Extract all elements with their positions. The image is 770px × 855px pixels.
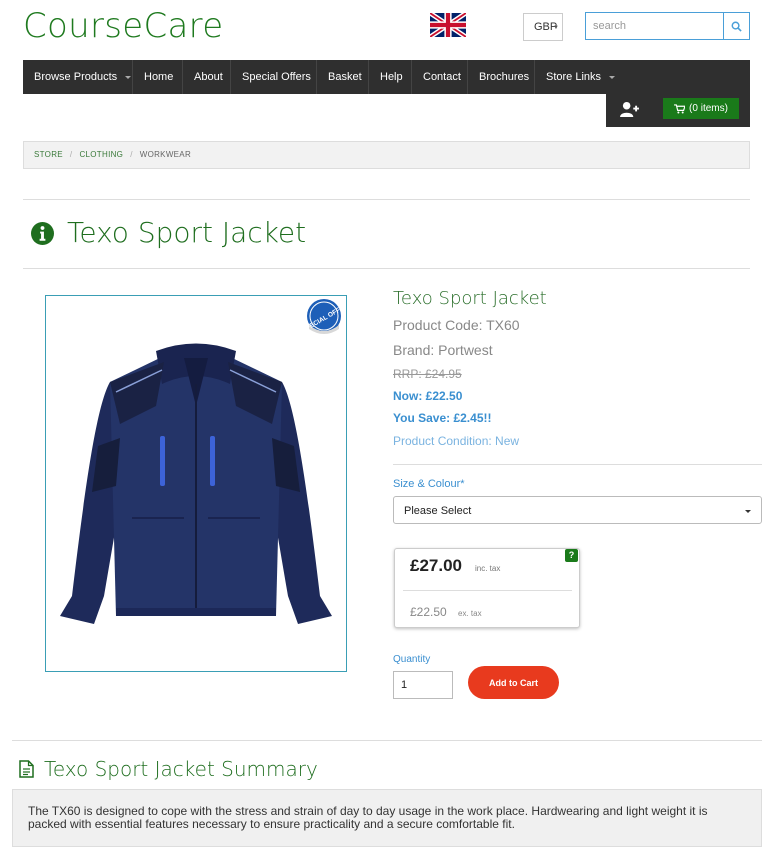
document-icon	[19, 760, 34, 778]
search-button[interactable]	[723, 13, 749, 39]
cart-button[interactable]: (0 items)	[663, 98, 739, 119]
nav-brochures[interactable]: Brochures	[468, 60, 535, 94]
jacket-image	[60, 343, 332, 624]
product-rrp: RRP: £24.95	[393, 367, 462, 381]
price-inc-tax: £27.00	[410, 556, 462, 575]
breadcrumb-store[interactable]: STORE	[34, 150, 63, 159]
cart-icon	[674, 103, 686, 113]
add-user-icon[interactable]	[620, 101, 639, 118]
product-name: Texo Sport Jacket	[393, 288, 547, 309]
divider	[23, 268, 750, 269]
nav-store-links[interactable]: Store Links	[535, 60, 625, 94]
search-icon	[731, 21, 742, 32]
uk-flag-icon[interactable]	[430, 13, 466, 37]
divider	[393, 464, 762, 465]
breadcrumb-separator: /	[130, 150, 133, 159]
nav-home[interactable]: Home	[133, 60, 183, 94]
product-now-price: Now: £22.50	[393, 389, 463, 403]
product-code: Product Code: TX60	[393, 317, 520, 333]
price-ex-tax-label: ex. tax	[458, 609, 482, 618]
breadcrumb: STORE / CLOTHING / WORKWEAR	[23, 141, 750, 169]
cart-count: (0 items)	[689, 103, 728, 114]
page-title: Texo Sport Jacket	[67, 216, 307, 249]
product-savings: You Save: £2.45!!	[393, 411, 492, 425]
account-bar: (0 items)	[606, 94, 750, 127]
summary-title: Texo Sport Jacket Summary	[44, 757, 318, 781]
search-bar	[585, 12, 750, 40]
add-to-cart-button[interactable]: Add to Cart	[468, 666, 559, 699]
price-box: ? £27.00 inc. tax £22.50 ex. tax	[394, 548, 580, 628]
help-icon[interactable]: ?	[565, 549, 578, 562]
summary-text: The TX60 is designed to cope with the st…	[28, 804, 708, 831]
breadcrumb-separator: /	[69, 150, 73, 159]
nav-browse-products[interactable]: Browse Products	[23, 60, 133, 94]
product-condition: Product Condition: New	[393, 434, 520, 448]
nav-help[interactable]: Help	[369, 60, 412, 94]
site-logo[interactable]: CourseCare	[23, 6, 223, 46]
currency-select[interactable]: GBP ▼	[523, 13, 563, 41]
nav-contact[interactable]: Contact	[412, 60, 468, 94]
price-inc-tax-label: inc. tax	[475, 564, 501, 573]
size-colour-value: Please Select	[404, 505, 472, 517]
price-ex-tax: £22.50	[410, 605, 447, 619]
info-icon	[31, 222, 54, 245]
search-input[interactable]	[586, 13, 724, 39]
size-colour-label: Size & Colour*	[393, 478, 465, 490]
nav-basket[interactable]: Basket	[317, 60, 369, 94]
summary-box: The TX60 is designed to cope with the st…	[12, 789, 762, 847]
divider	[23, 199, 750, 200]
breadcrumb-clothing[interactable]: CLOTHING	[79, 150, 123, 159]
product-image[interactable]: SPECIAL OFFER	[45, 295, 347, 672]
quantity-input[interactable]	[393, 671, 453, 699]
chevron-down-icon	[745, 510, 751, 513]
main-nav: Browse Products Home About Special Offer…	[23, 60, 750, 94]
divider	[403, 590, 572, 591]
chevron-down-icon: ▼	[553, 25, 559, 31]
size-colour-select[interactable]: Please Select	[393, 496, 762, 524]
breadcrumb-current: WORKWEAR	[139, 150, 192, 159]
divider	[12, 740, 762, 741]
quantity-label: Quantity	[393, 654, 431, 665]
nav-about[interactable]: About	[183, 60, 231, 94]
nav-special-offers[interactable]: Special Offers	[231, 60, 317, 94]
product-brand: Brand: Portwest	[393, 342, 493, 358]
